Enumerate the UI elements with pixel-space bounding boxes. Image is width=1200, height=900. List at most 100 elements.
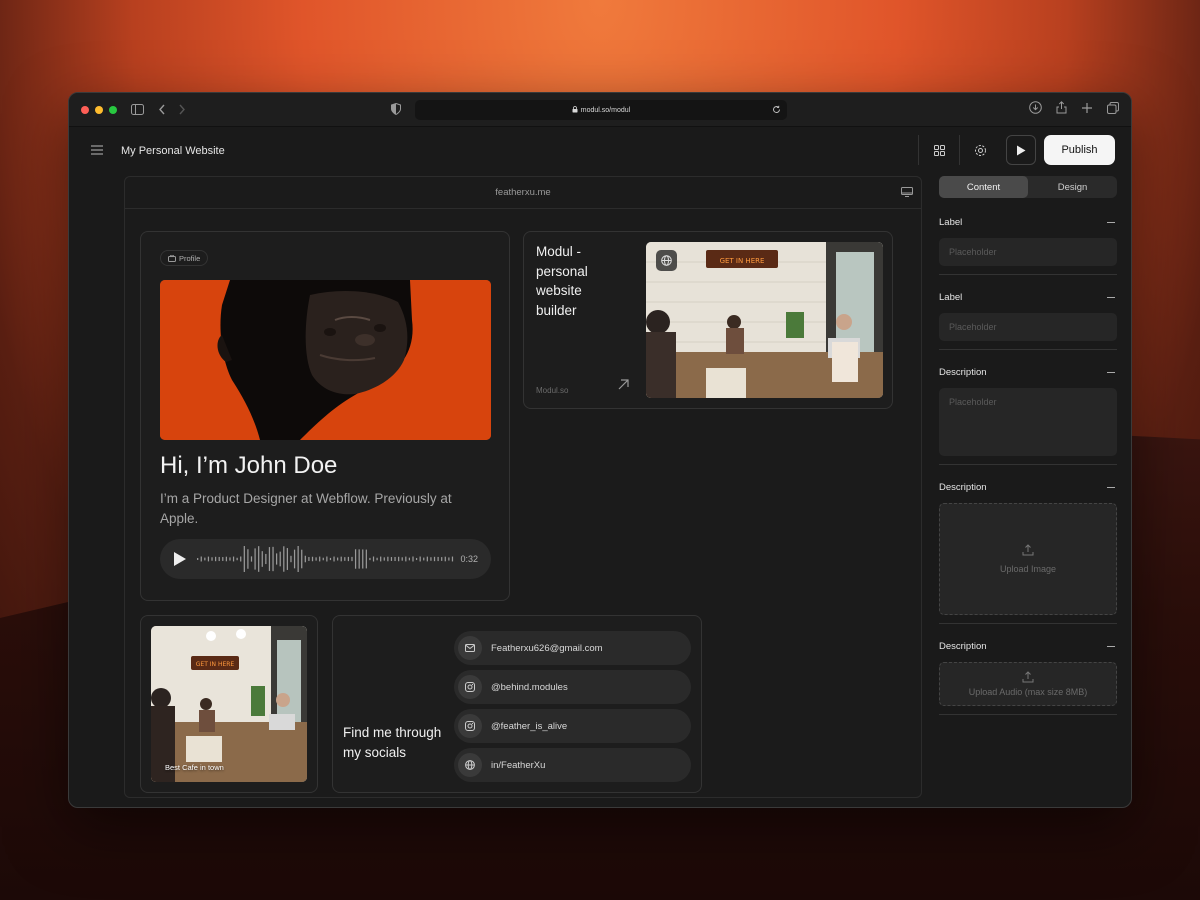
play-icon[interactable] <box>173 551 187 567</box>
waveform-bar <box>258 546 260 572</box>
instagram-icon <box>458 714 482 738</box>
waveform-bar <box>444 556 446 562</box>
toolbar-divider <box>918 135 919 165</box>
waveform-bar <box>383 557 385 561</box>
waveform-bar <box>225 556 227 562</box>
app-header: My Personal Website Publish <box>69 127 1131 175</box>
collapse-minus-icon[interactable] <box>1107 645 1115 647</box>
waveform-bar <box>426 556 428 562</box>
waveform-bar <box>272 546 274 572</box>
grid-view-button[interactable] <box>924 135 954 165</box>
settings-button[interactable] <box>965 135 995 165</box>
waveform-bar <box>419 556 421 562</box>
modul-link-card[interactable]: Modul - personal website builder Modul.s… <box>523 231 893 409</box>
tab-design[interactable]: Design <box>1028 176 1117 198</box>
waveform-bar <box>254 548 256 570</box>
waveform-bar <box>430 557 432 561</box>
waveform-bar <box>448 557 450 561</box>
description-textarea[interactable]: Placeholder <box>939 388 1117 456</box>
social-link-email[interactable]: Featherxu626@gmail.com <box>454 631 691 665</box>
text-input[interactable]: Placeholder <box>939 238 1117 266</box>
socials-title: Find me through my socials <box>343 725 442 760</box>
cafe-photo: GET IN HERE <box>646 242 883 398</box>
canvas-domain-bar: featherxu.me <box>125 177 921 209</box>
sidebar-toggle-icon[interactable] <box>131 104 144 115</box>
collapse-minus-icon[interactable] <box>1107 221 1115 223</box>
grid-icon <box>933 144 945 156</box>
field-description-1: Description Placeholder <box>939 356 1117 465</box>
share-icon[interactable] <box>1056 101 1067 119</box>
arrow-up-right-icon[interactable] <box>617 378 630 396</box>
minimize-window-button[interactable] <box>95 105 103 114</box>
upload-audio-label: Upload Audio (max size 8MB) <box>968 687 1088 697</box>
url-text: modul.so/modul <box>580 106 631 114</box>
waveform-bar <box>236 557 238 561</box>
waveform-bar <box>441 557 443 561</box>
upload-audio-dropzone[interactable]: Upload Audio (max size 8MB) <box>939 662 1117 706</box>
waveform-bar <box>380 556 382 562</box>
waveform-bar <box>329 557 332 561</box>
social-link-instagram[interactable]: @feather_is_alive <box>454 709 691 743</box>
waveform-bar <box>222 557 224 561</box>
waveform-bar <box>415 557 418 561</box>
tab-content[interactable]: Content <box>939 176 1028 198</box>
social-link-instagram[interactable]: @behind.modules <box>454 670 691 704</box>
waveform-bar <box>197 558 199 560</box>
preview-play-button[interactable] <box>1006 135 1036 165</box>
collapse-minus-icon[interactable] <box>1107 486 1115 488</box>
upload-image-dropzone[interactable]: Upload Image <box>939 503 1117 615</box>
waveform-bar <box>358 549 360 569</box>
back-chevron-icon[interactable] <box>158 104 166 115</box>
reload-icon[interactable] <box>772 105 781 116</box>
forward-chevron-icon[interactable] <box>178 104 186 115</box>
waveform-bar <box>351 556 353 562</box>
social-link-text: in/FeatherXu <box>491 759 546 771</box>
field-label: Description <box>939 640 987 652</box>
socials-list: Featherxu626@gmail.com @behind.modules @… <box>454 631 691 787</box>
upload-icon <box>1022 671 1034 683</box>
field-label-2: Label Placeholder <box>939 281 1117 350</box>
profile-card[interactable]: Profile Hi, I’m John Doe I’m a Product D… <box>140 231 510 601</box>
cafe-image-card[interactable]: GET IN HERE Best Cafe in town <box>140 615 318 793</box>
waveform-bar <box>433 556 436 562</box>
briefcase-icon <box>168 254 176 262</box>
social-link-text: @feather_is_alive <box>491 720 568 732</box>
waveform-bar <box>301 549 303 569</box>
browser-actions <box>1029 101 1119 119</box>
audio-waveform[interactable] <box>195 544 456 574</box>
social-link-website[interactable]: in/FeatherXu <box>454 748 691 782</box>
canvas-domain: featherxu.me <box>495 187 551 198</box>
waveform-bar <box>265 553 267 565</box>
field-label: Description <box>939 366 987 378</box>
waveform-bar <box>200 556 202 562</box>
portrait-image <box>160 280 491 440</box>
download-icon[interactable] <box>1029 101 1042 119</box>
panel-tabs: Content Design <box>939 176 1117 198</box>
collapse-minus-icon[interactable] <box>1107 296 1115 298</box>
svg-text:GET IN HERE: GET IN HERE <box>720 257 765 265</box>
text-input[interactable]: Placeholder <box>939 313 1117 341</box>
waveform-bar <box>372 556 375 562</box>
zoom-window-button[interactable] <box>109 105 117 114</box>
tab-overview-icon[interactable] <box>1107 101 1119 119</box>
hamburger-menu-icon[interactable] <box>91 142 103 160</box>
waveform-bar <box>362 549 364 569</box>
publish-button[interactable]: Publish <box>1044 135 1115 165</box>
privacy-shield-icon[interactable] <box>391 102 401 120</box>
waveform-bar <box>423 557 425 561</box>
waveform-bar <box>290 555 292 563</box>
new-tab-icon[interactable] <box>1081 101 1093 119</box>
site-canvas: featherxu.me Profile Hi, I’m John Doe I’… <box>124 176 922 798</box>
audio-player[interactable]: 0:32 <box>160 539 491 579</box>
profile-heading: Hi, I’m John Doe <box>160 452 338 479</box>
collapse-minus-icon[interactable] <box>1107 371 1115 373</box>
waveform-bar <box>207 556 210 562</box>
address-bar[interactable]: modul.so/modul <box>415 100 787 120</box>
field-label-1: Label Placeholder <box>939 206 1117 275</box>
close-window-button[interactable] <box>81 105 89 114</box>
waveform-bar <box>369 557 371 561</box>
waveform-bar <box>243 546 245 572</box>
properties-panel: Content Design Label Placeholder Label P… <box>939 176 1117 715</box>
lock-icon <box>572 105 578 115</box>
desktop-preview-icon[interactable] <box>901 187 913 200</box>
